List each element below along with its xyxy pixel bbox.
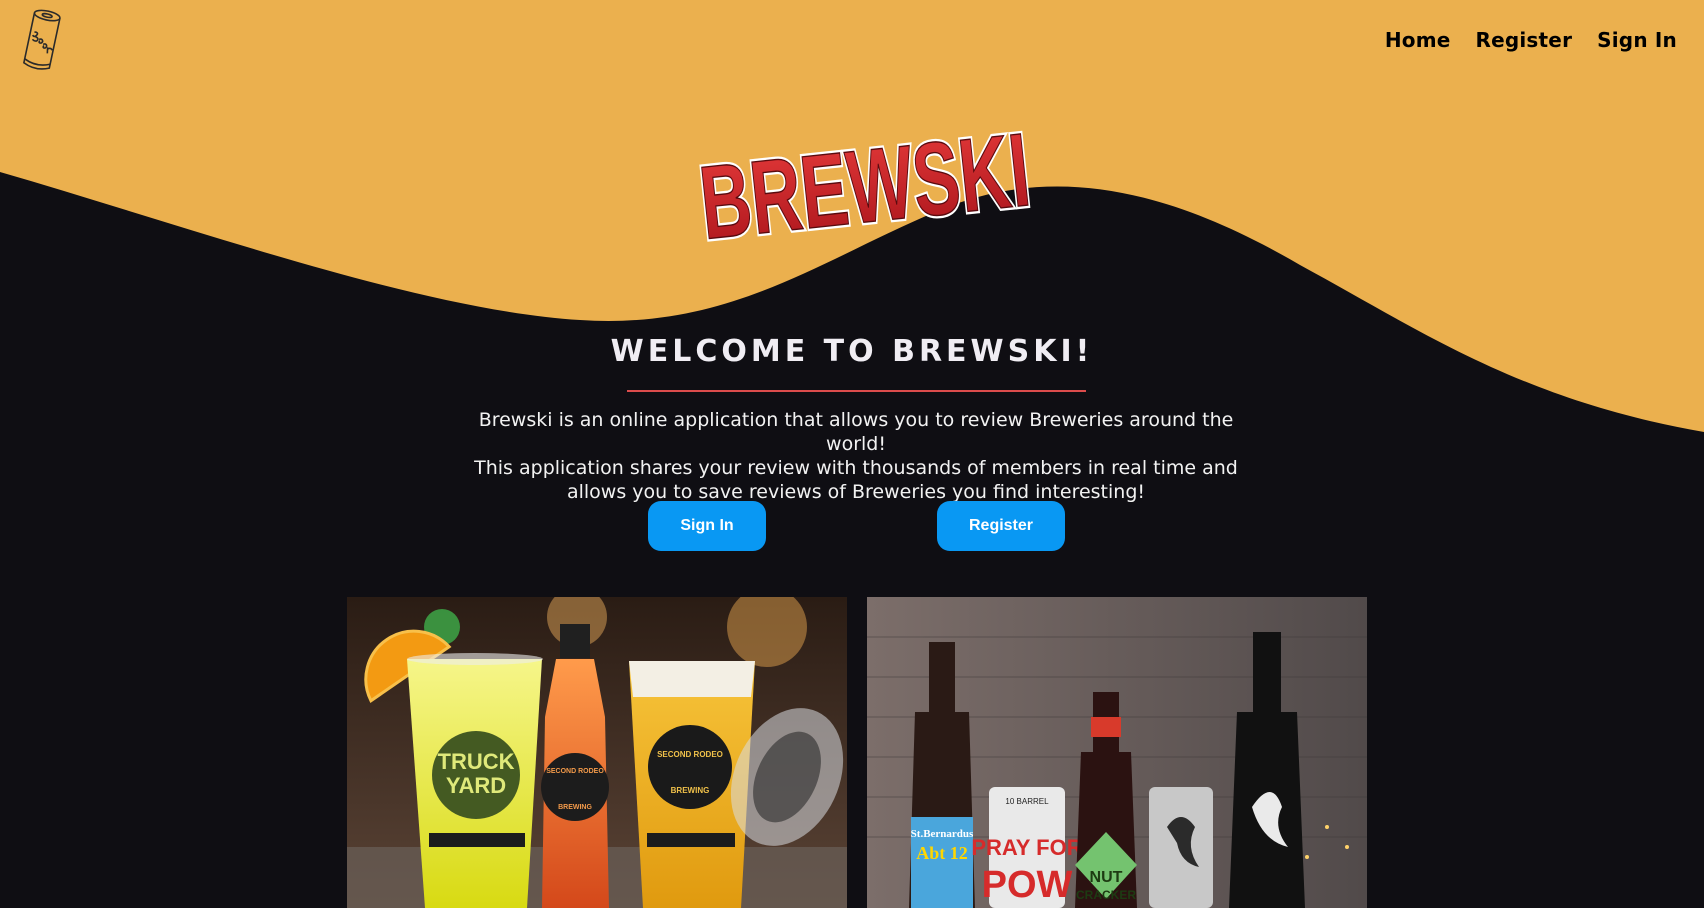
truck-yard-line-2: YARD	[446, 773, 506, 798]
truck-yard-line-1: TRUCK	[438, 749, 515, 774]
intro-line-1: Brewski is an online application that al…	[478, 409, 1234, 455]
nav-home-link[interactable]: Home	[1385, 28, 1451, 52]
intro-paragraph: Brewski is an online application that al…	[454, 408, 1258, 504]
intro-line-3: allows you to save reviews of Breweries …	[566, 481, 1146, 503]
intro-line-2: This application shares your review with…	[474, 457, 1238, 479]
heading-underline	[627, 390, 1086, 392]
rodeo-bottle-line-2: BREWING	[558, 804, 592, 811]
can-brand: 10 BARREL	[1005, 797, 1049, 806]
bernardus-label-2: Abt 12	[916, 843, 968, 863]
nav-signin-link[interactable]: Sign In	[1597, 28, 1677, 52]
nutcracker-label-1: NUT	[1090, 869, 1123, 886]
drinks-photo: TRUCK YARD SECOND RODEO BREWING SECOND R…	[347, 597, 847, 908]
signin-button[interactable]: Sign In	[648, 501, 766, 551]
register-button[interactable]: Register	[937, 501, 1065, 551]
brewski-logo: BREWSKI BREWSKI	[692, 110, 1038, 265]
can-text-2: POW	[982, 864, 1073, 906]
rodeo-cup-line-1: SECOND RODEO	[657, 750, 723, 759]
bernardus-label-1: St.Bernardus	[911, 828, 974, 840]
beer-can-icon[interactable]	[18, 6, 66, 74]
nutcracker-label-2: CRACKER	[1076, 888, 1136, 902]
rodeo-cup-line-2: BREWING	[671, 786, 710, 795]
nav-register-link[interactable]: Register	[1476, 28, 1573, 52]
top-nav: Home Register Sign In	[1385, 28, 1677, 52]
can-text-1: PRAY FOR	[971, 835, 1082, 860]
rodeo-bottle-line-1: SECOND RODEO	[546, 768, 604, 775]
welcome-heading: WELCOME TO BREWSKI!	[610, 334, 1094, 369]
bottles-photo: St.Bernardus Abt 12 10 BARREL PRAY FOR P…	[867, 597, 1367, 908]
brewski-logo-outline: BREWSKI	[695, 112, 1035, 262]
